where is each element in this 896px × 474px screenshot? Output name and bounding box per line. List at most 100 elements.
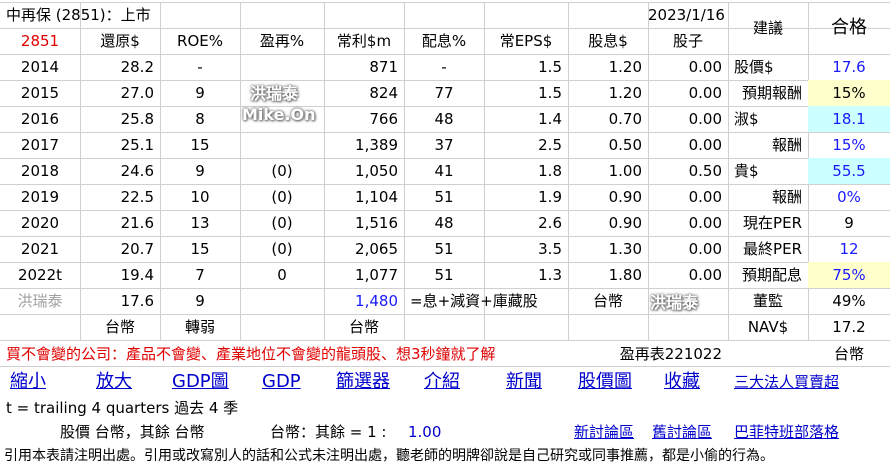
table-cell: 48 xyxy=(434,214,454,232)
column-header: ROE% xyxy=(177,32,223,50)
table-cell: 1,389 xyxy=(355,136,398,154)
table-cell: 1.5 xyxy=(538,58,562,76)
metric-label: 報酬 xyxy=(771,188,802,206)
author-label: 洪瑞泰 xyxy=(17,292,63,310)
column-header: 還原$ xyxy=(100,32,140,50)
table-cell: 21.6 xyxy=(120,214,154,232)
metric-label: 最終PER xyxy=(743,240,802,258)
slogan: 買不會變的公司：產品不會變、產業地位不會變的龍頭股、想3秒鐘就了解 xyxy=(6,345,496,363)
table-cell: 37 xyxy=(434,136,454,154)
table-cell: 1.00 xyxy=(608,162,642,180)
forum-link-2[interactable]: 巴菲特班部落格 xyxy=(734,419,894,445)
table-cell: 9 xyxy=(195,162,205,180)
table-cell: 824 xyxy=(369,84,398,102)
table-cell: 25.8 xyxy=(120,110,154,128)
column-header: 配息% xyxy=(421,32,467,50)
table-cell: (0) xyxy=(271,214,293,232)
table-cell: (0) xyxy=(271,240,293,258)
metric-label: 現在PER xyxy=(743,214,802,232)
nav-link-2[interactable]: GDP圖 xyxy=(172,368,258,396)
column-header: 常利$m xyxy=(336,32,392,50)
table-cell: 2018 xyxy=(20,162,60,180)
forum-link-1[interactable]: 舊討論區 xyxy=(652,419,732,445)
nav-link-9[interactable]: 三大法人買賣超 xyxy=(734,368,894,396)
metric-value: 18.1 xyxy=(808,106,890,132)
unit-roe: 轉弱 xyxy=(184,318,215,336)
metric-label: 董監 xyxy=(752,292,783,310)
metric-label: 預期報酬 xyxy=(741,84,802,102)
table-cell: 2019 xyxy=(20,188,60,206)
table-cell: 1.9 xyxy=(538,188,562,206)
nav-link-7[interactable]: 股價圖 xyxy=(578,368,664,396)
advice-value: 合格 xyxy=(831,17,867,38)
advice-label: 建議 xyxy=(752,19,783,37)
table-cell: 1.30 xyxy=(608,240,642,258)
table-cell: 1.20 xyxy=(608,58,642,76)
table-cell: (0) xyxy=(271,188,293,206)
table-cell: 77 xyxy=(434,84,454,102)
table-cell: 51 xyxy=(434,188,454,206)
unit-price: 台幣 xyxy=(104,318,135,336)
column-header: 2851 xyxy=(20,32,60,50)
table-cell: 1.80 xyxy=(608,266,642,284)
table-cell: 0.50 xyxy=(608,136,642,154)
table-cell: 0.00 xyxy=(688,214,722,232)
metric-value: 9 xyxy=(844,214,854,232)
table-cell: 2.5 xyxy=(538,136,562,154)
summary-price: 17.6 xyxy=(120,292,154,310)
metric-value: 0% xyxy=(837,188,861,206)
table-cell: 2016 xyxy=(20,110,60,128)
table-cell: 3.5 xyxy=(538,240,562,258)
table-cell: 1,104 xyxy=(355,188,398,206)
table-cell: 10 xyxy=(190,188,210,206)
table-cell: 871 xyxy=(369,58,398,76)
nav-link-4[interactable]: 篩選器 xyxy=(336,368,422,396)
nav-currency: 台幣 xyxy=(833,345,864,363)
table-cell: 28.2 xyxy=(120,58,154,76)
table-cell xyxy=(240,132,324,158)
table-cell: 2014 xyxy=(20,58,60,76)
table-cell: 1.3 xyxy=(538,266,562,284)
table-cell: 1.5 xyxy=(538,84,562,102)
table-cell: 2022t xyxy=(17,266,63,284)
metric-value: 17.6 xyxy=(832,58,866,76)
metric-value: 17.2 xyxy=(832,318,866,336)
table-cell: 0.90 xyxy=(608,188,642,206)
table-cell: 20.7 xyxy=(120,240,154,258)
table-cell: 1.4 xyxy=(538,110,562,128)
table-cell: 1.20 xyxy=(608,84,642,102)
table-cell: 9 xyxy=(195,84,205,102)
table-cell: 2017 xyxy=(20,136,60,154)
table-cell: 0.00 xyxy=(688,240,722,258)
table-cell: 13 xyxy=(190,214,210,232)
table-cell: 1,077 xyxy=(355,266,398,284)
metric-label: 淑$ xyxy=(734,110,759,128)
table-cell: 15 xyxy=(190,240,210,258)
table-cell: 15 xyxy=(190,136,210,154)
fx-label: 台幣：其餘 = 1 : xyxy=(270,423,387,441)
nav-link-1[interactable]: 放大 xyxy=(96,368,182,396)
summary-profit: 1,480 xyxy=(355,292,398,310)
summary-note: =息+減資+庫藏股 xyxy=(410,292,538,310)
table-cell: 1.8 xyxy=(538,162,562,180)
table-cell: 27.0 xyxy=(120,84,154,102)
table-cell: 19.4 xyxy=(120,266,154,284)
metric-label: 報酬 xyxy=(771,136,802,154)
table-cell: 7 xyxy=(195,266,205,284)
nav-link-0[interactable]: 縮小 xyxy=(10,368,96,396)
nav-link-5[interactable]: 介紹 xyxy=(424,368,510,396)
table-cell: (0) xyxy=(271,162,293,180)
table-cell: 2015 xyxy=(20,84,60,102)
table-cell: - xyxy=(441,58,447,76)
metric-label: 預期配息 xyxy=(741,266,802,284)
table-cell: - xyxy=(197,58,203,76)
table-cell: 0.00 xyxy=(688,58,722,76)
forum-link-0[interactable]: 新討論區 xyxy=(574,419,654,445)
table-cell: 1,516 xyxy=(355,214,398,232)
table-cell: 0.00 xyxy=(688,266,722,284)
footer-note: 引用本表請注明出處。引用或改寫別人的話和公式未注明出處，聽老師的明牌卻說是自己研… xyxy=(4,448,774,464)
table-cell: 2.6 xyxy=(538,214,562,232)
table-cell: 2,065 xyxy=(355,240,398,258)
table-cell xyxy=(240,54,324,80)
column-header: 股息$ xyxy=(588,32,628,50)
